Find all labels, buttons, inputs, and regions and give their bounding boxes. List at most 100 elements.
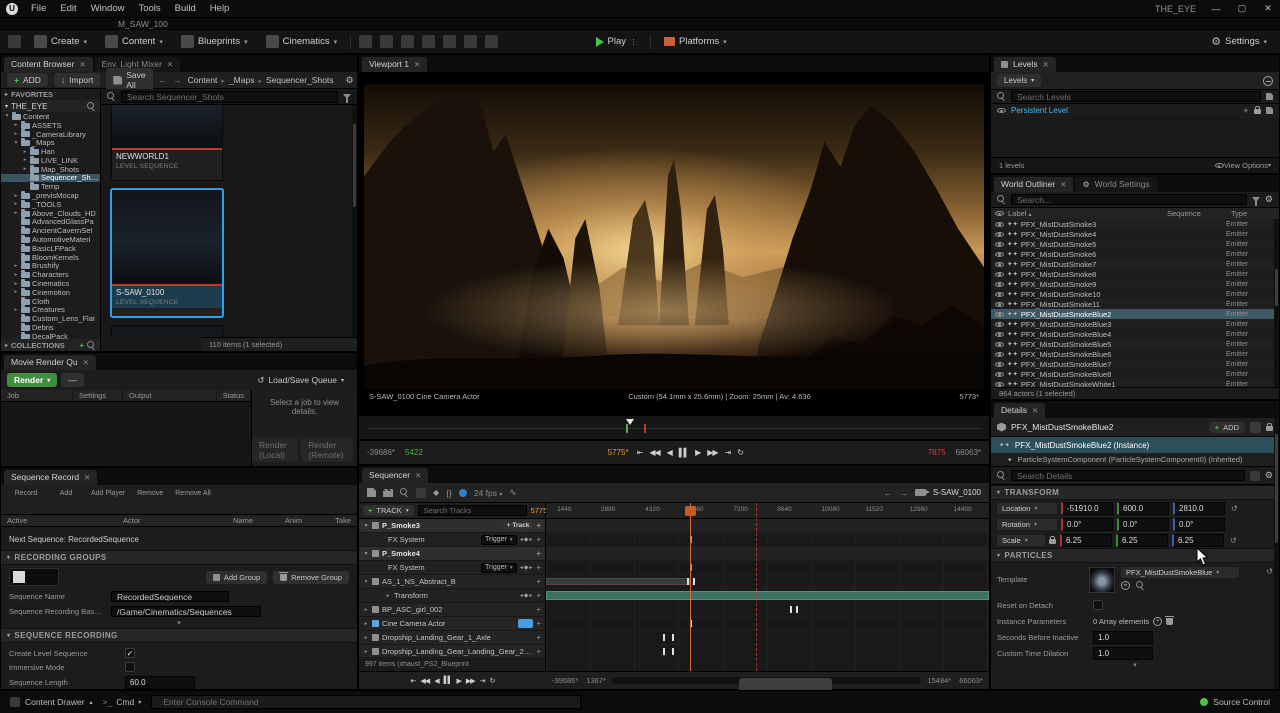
track-plus-icon[interactable]: +	[536, 549, 541, 558]
camera-cut-scrubber[interactable]	[358, 415, 990, 440]
create-level-sequence-checkbox[interactable]: ✓	[125, 648, 135, 658]
close-icon[interactable]: ✕	[79, 60, 85, 69]
recorder-button[interactable]: Record	[11, 488, 41, 497]
auto-key-icon[interactable]: {}	[446, 488, 452, 498]
reset-to-default-icon[interactable]: ↺	[1231, 504, 1238, 513]
track-lane[interactable]	[546, 519, 989, 533]
cmd-selector[interactable]: >_ Cmd ▾	[103, 697, 142, 707]
visibility-eye-icon[interactable]	[995, 302, 1004, 307]
render-button[interactable]: Render▾	[7, 373, 57, 387]
use-selected-icon[interactable]: ⌖	[1121, 581, 1130, 590]
display-filter-icon[interactable]	[1250, 471, 1260, 481]
visibility-eye-icon[interactable]	[995, 282, 1004, 287]
nav-forward-icon[interactable]: →	[899, 488, 908, 498]
label-column-header[interactable]: Label ▴	[1008, 209, 1163, 218]
location-y-field[interactable]	[1117, 502, 1169, 515]
outliner-row[interactable]: ✦✦ PFX_MistDustSmoke10 Emitter	[991, 289, 1274, 299]
select-mode-icon[interactable]	[359, 35, 372, 48]
outliner-row[interactable]: ✦✦ PFX_MistDustSmoke8 Emitter	[991, 269, 1274, 279]
breadcrumb-item[interactable]: Sequencer_Shots	[254, 75, 333, 85]
track-plus-icon[interactable]: +	[536, 591, 541, 600]
seq-view-start[interactable]: 1367*	[586, 676, 606, 685]
lighting-icon[interactable]: ☀	[1243, 107, 1249, 115]
mesh-paint-mode-icon[interactable]	[422, 35, 435, 48]
sequencer-timeline-pane[interactable]: 1440288043205760720086401008011520129601…	[546, 503, 989, 671]
outliner-row[interactable]: ✦✦ PFX_MistDustSmoke11 Emitter	[991, 299, 1274, 309]
tree-folder[interactable]: BasicLFPack	[1, 244, 100, 253]
track-lane[interactable]	[546, 547, 989, 561]
transport-button-icon[interactable]: ⇤	[411, 677, 416, 685]
tree-folder[interactable]: ▾ Content	[1, 112, 100, 121]
visibility-eye-icon[interactable]	[995, 322, 1004, 327]
tree-folder[interactable]: ▸ _CameraLibrary	[1, 130, 100, 139]
tree-folder[interactable]: Temp	[1, 182, 100, 191]
location-x-field[interactable]	[1061, 502, 1113, 515]
close-icon[interactable]: ✕	[84, 473, 90, 482]
outliner-search-input[interactable]	[1011, 194, 1247, 205]
track-plus-icon[interactable]: +	[536, 521, 541, 530]
scale-y-field[interactable]	[1116, 534, 1168, 547]
tree-folder[interactable]: ▸ Cinematics	[1, 279, 100, 288]
outliner-row[interactable]: ✦✦ PFX_MistDustSmokeBlue4 Emitter	[991, 329, 1274, 339]
menu-item[interactable]: Tools	[131, 2, 167, 15]
sequencer-track[interactable]: FX System Trigger ◂◆▸ +	[359, 561, 545, 575]
camera-lock-icon[interactable]	[518, 619, 533, 628]
visibility-eye-icon[interactable]	[995, 362, 1004, 367]
tree-folder[interactable]: ▸ Cinemotion	[1, 288, 100, 297]
save-icon[interactable]	[367, 488, 376, 497]
sequencer-track[interactable]: ▸ Dropship_Landing_Gear_1_Axle ◂◆▸ +	[359, 631, 545, 645]
tree-folder[interactable]: ▾ _Maps	[1, 138, 100, 147]
visibility-eye-icon[interactable]	[995, 342, 1004, 347]
tab-sequencer[interactable]: Sequencer✕	[362, 468, 428, 483]
sequencer-track[interactable]: ▸ Dropship_Landing_Gear_Landing_Gear_2_A…	[359, 645, 545, 657]
reset-to-default-icon[interactable]: ↺	[1266, 567, 1273, 576]
fracture-mode-icon[interactable]	[443, 35, 456, 48]
render-local-button[interactable]: Render (Local)	[252, 438, 298, 462]
outliner-row[interactable]: ✦✦ PFX_MistDustSmoke3 Emitter	[991, 219, 1274, 229]
transport-button-icon[interactable]: ⇥	[480, 677, 485, 685]
tree-folder[interactable]: ▸ Brushify	[1, 262, 100, 271]
menu-item[interactable]: Help	[203, 2, 237, 15]
breadcrumb-item[interactable]: Content	[188, 75, 218, 85]
component-row[interactable]: ✦ ParticleSystemComponent (ParticleSyste…	[991, 453, 1279, 467]
tree-folder[interactable]: BloomKernels	[1, 253, 100, 262]
menu-item[interactable]: Edit	[53, 2, 83, 15]
mrq-job-list[interactable]	[1, 402, 251, 466]
sequencer-track[interactable]: ▸ Cine Camera Actor ◂◆▸ +	[359, 617, 545, 631]
trigger-combo[interactable]: Trigger	[481, 535, 517, 545]
template-dropdown[interactable]: PFX_MistDustSmokeBlue	[1121, 567, 1239, 578]
create-button[interactable]: Create▾	[29, 33, 92, 50]
base-path-input[interactable]	[111, 606, 261, 617]
animation-mode-icon[interactable]	[485, 35, 498, 48]
scale-x-field[interactable]	[1060, 534, 1112, 547]
mrq-column[interactable]: Status	[217, 390, 251, 401]
maximize-button[interactable]: ▢	[1236, 3, 1248, 14]
close-icon[interactable]: ✕	[415, 471, 421, 480]
recording-groups-header[interactable]: ▾RECORDING GROUPS	[1, 550, 357, 565]
playback-options-icon[interactable]	[459, 489, 467, 497]
keyframe-nav-controls[interactable]: ◂◆▸	[520, 536, 534, 543]
nav-forward-icon[interactable]: →	[173, 75, 182, 85]
world-icon[interactable]	[1263, 76, 1273, 86]
location-z-field[interactable]	[1173, 502, 1225, 515]
transport-button-icon[interactable]: ↻	[737, 448, 743, 457]
add-button[interactable]: +ADD	[7, 73, 48, 87]
add-subtrack-chip[interactable]: + Track	[503, 522, 534, 529]
transport-button-icon[interactable]: ◀	[434, 677, 438, 685]
sequencer-track[interactable]: ▸ Transform ◂◆▸ +	[359, 589, 545, 603]
tab-details[interactable]: Details✕	[994, 403, 1045, 418]
recorder-button[interactable]: Add	[51, 488, 81, 497]
recorder-button[interactable]: Add Player	[91, 488, 125, 497]
close-icon[interactable]: ✕	[1043, 60, 1049, 69]
transport-button-icon[interactable]: ▶▶	[466, 677, 475, 685]
curve-editor-icon[interactable]: ∿	[509, 487, 516, 498]
keyframe-options-icon[interactable]: ◆	[433, 488, 439, 497]
sequencer-track[interactable]: ▾ P_Smoke3 ◂◆▸ + Track +	[359, 519, 545, 533]
scrubber-playhead-icon[interactable]	[626, 419, 634, 425]
rotation-y-field[interactable]	[1117, 518, 1169, 531]
tree-folder[interactable]: ▸ Map_Shots	[1, 165, 100, 174]
sequencer-track[interactable]: ▸ BP_ASC_girl_002 ◂◆▸ +	[359, 603, 545, 617]
seq-view-end[interactable]: 15484*	[927, 676, 951, 685]
tree-folder[interactable]: AncientCavernSet	[1, 226, 100, 235]
type-column-header[interactable]: Type	[1231, 209, 1275, 218]
